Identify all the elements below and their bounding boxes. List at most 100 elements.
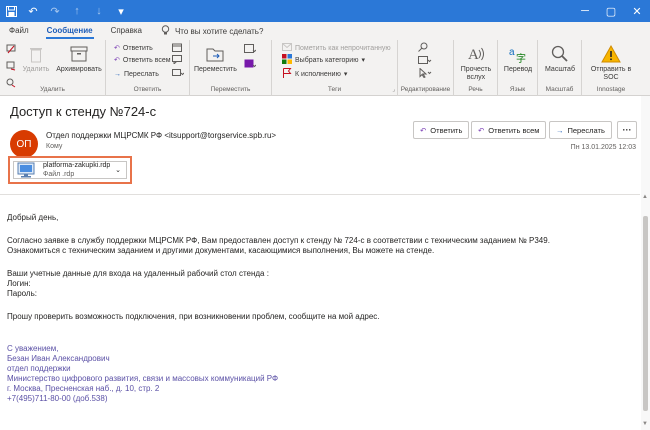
title-bar: ↶ ↷ ↑ ↓ ▾ ─ ▢ ✕	[0, 0, 650, 22]
reply-ribbon-button[interactable]: ↶ Ответить	[114, 43, 153, 53]
reply-all-button[interactable]: ↶ Ответить всем	[471, 121, 547, 139]
svg-text:a: a	[509, 47, 515, 58]
sender[interactable]: Отдел поддержки МЦРСМК РФ <itsupport@tor…	[46, 131, 276, 140]
tab-help[interactable]: Справка	[102, 22, 151, 40]
save-icon[interactable]	[0, 0, 22, 22]
respond-group: ↶ Ответить ↶ Ответить всем → Переслать О…	[106, 40, 190, 96]
move-icon	[204, 44, 226, 64]
message-body: Добрый день, Согласно заявке в службу по…	[7, 213, 627, 404]
ignore-button[interactable]	[6, 44, 16, 55]
signature: С уважением, Безан Иван Александрович от…	[7, 344, 627, 404]
reply-button[interactable]: ↶ Ответить	[413, 121, 470, 139]
move-group-label: Переместить	[210, 86, 251, 93]
language-group-label: Язык	[509, 86, 526, 93]
zoom-group: Масштаб Масштаб	[538, 40, 582, 96]
move-button[interactable]: Переместить	[194, 44, 237, 74]
onenote-icon	[244, 59, 257, 71]
rules-button[interactable]	[244, 44, 257, 55]
attachment-type: Файл .rdp	[43, 171, 75, 178]
more-actions-button[interactable]: ···	[617, 121, 637, 139]
find-button[interactable]	[418, 42, 428, 54]
attachment-name: platforma-zakupki.rdp	[43, 162, 111, 169]
speech-group-label: Речь	[468, 86, 483, 93]
forward-ribbon-button[interactable]: → Переслать	[114, 69, 159, 79]
respond-group-label: Ответить	[133, 86, 162, 93]
follow-up-button[interactable]: К исполнению ▾	[282, 68, 348, 80]
archive-icon	[68, 44, 90, 64]
signature-line: Безан Иван Александрович	[7, 354, 110, 363]
signature-line: г. Москва, Пресненская наб., д. 10, стр.…	[7, 384, 160, 393]
chat-icon	[172, 54, 182, 66]
avatar[interactable]: ОП	[10, 130, 38, 158]
forward-icon: →	[556, 125, 564, 135]
delete-group: Удалить Архивировать Удалить	[0, 40, 106, 96]
search-icon	[418, 42, 428, 54]
related-icon	[418, 55, 432, 67]
cursor-icon	[418, 67, 432, 80]
to-label[interactable]: Кому	[46, 143, 62, 150]
password-label: Пароль:	[7, 289, 37, 298]
zoom-button[interactable]: Масштаб	[540, 44, 580, 74]
tab-message[interactable]: Сообщение	[38, 22, 102, 40]
redo-icon[interactable]: ↷	[44, 0, 66, 22]
meeting-icon	[172, 43, 182, 54]
tags-group-label: Теги	[327, 86, 342, 93]
select-button[interactable]	[418, 67, 432, 80]
signature-line: +7(495)711-80-00 (доб.538)	[7, 394, 108, 403]
related-button[interactable]	[418, 55, 432, 67]
reply-all-icon: ↶	[478, 125, 485, 135]
body-text: Ознакомиться с техническим заданием и др…	[7, 246, 435, 255]
more-respond-button[interactable]	[172, 68, 185, 80]
attachment-highlight: platforma-zakupki.rdp Файл .rdp ⌄	[8, 156, 132, 184]
warning-icon	[600, 44, 622, 64]
attachment-card[interactable]: platforma-zakupki.rdp Файл .rdp ⌄	[13, 161, 127, 179]
svg-text:A: A	[468, 47, 479, 63]
signature-line: С уважением,	[7, 344, 59, 353]
lightbulb-icon	[161, 25, 170, 37]
meeting-button[interactable]	[172, 43, 182, 53]
close-icon[interactable]: ✕	[624, 0, 650, 22]
innostage-group-label: Innostage	[596, 86, 626, 93]
scroll-up-icon[interactable]: ▲	[642, 194, 648, 200]
envelope-icon	[282, 43, 292, 53]
vertical-scrollbar[interactable]: ▲ ▼	[641, 96, 650, 430]
tell-me-box[interactable]: Что вы хотите сделать?	[161, 25, 263, 37]
speech-group: A Прочесть вслух Речь	[454, 40, 498, 96]
translate-button[interactable]: a字 Перевод	[500, 44, 536, 74]
reply-icon: ↶	[114, 45, 120, 52]
category-icon	[282, 54, 292, 66]
flag-icon	[282, 68, 292, 80]
translate-icon: a字	[507, 44, 529, 64]
dialog-launcher-icon[interactable]: ⌟	[392, 86, 395, 93]
message-subject: Доступ к стенду №724-с	[10, 104, 157, 119]
scrollbar-thumb[interactable]	[643, 216, 648, 411]
svg-text:字: 字	[516, 52, 526, 63]
read-aloud-button[interactable]: A Прочесть вслух	[456, 44, 496, 82]
up-icon[interactable]: ↑	[66, 0, 88, 22]
archive-button[interactable]: Архивировать	[55, 44, 103, 74]
more-respond-icon	[172, 68, 185, 80]
down-icon[interactable]: ↓	[88, 0, 110, 22]
im-button[interactable]	[172, 54, 182, 66]
scroll-down-icon[interactable]: ▼	[642, 421, 648, 427]
send-soc-button[interactable]: Отправить в SOC	[586, 44, 636, 82]
mark-unread-button[interactable]: Пометить как непрочитанную	[282, 43, 391, 53]
cleanup-button[interactable]	[6, 61, 16, 73]
ribbon-tabs: Файл Сообщение Справка Что вы хотите сде…	[0, 22, 650, 40]
forward-button[interactable]: → Переслать	[549, 121, 612, 139]
maximize-icon[interactable]: ▢	[598, 0, 624, 22]
chevron-down-icon[interactable]: ⌄	[115, 166, 121, 174]
tab-file[interactable]: Файл	[0, 22, 38, 40]
reply-all-ribbon-button[interactable]: ↶ Ответить всем	[114, 55, 171, 65]
minimize-icon[interactable]: ─	[572, 0, 598, 22]
editing-group-label: Редактирование	[400, 86, 451, 93]
onenote-button[interactable]	[244, 59, 257, 71]
body-text: Согласно заявке в службу поддержки МЦРСМ…	[7, 236, 550, 245]
message-date: Пн 13.01.2025 12:03	[570, 144, 636, 151]
delete-button[interactable]: Удалить	[22, 44, 50, 74]
categorize-button[interactable]: Выбрать категорию ▾	[282, 54, 365, 66]
broom-icon	[6, 61, 16, 73]
undo-icon[interactable]: ↶	[22, 0, 44, 22]
customize-icon[interactable]: ▾	[110, 0, 132, 22]
chevron-down-icon: ▾	[343, 71, 348, 78]
